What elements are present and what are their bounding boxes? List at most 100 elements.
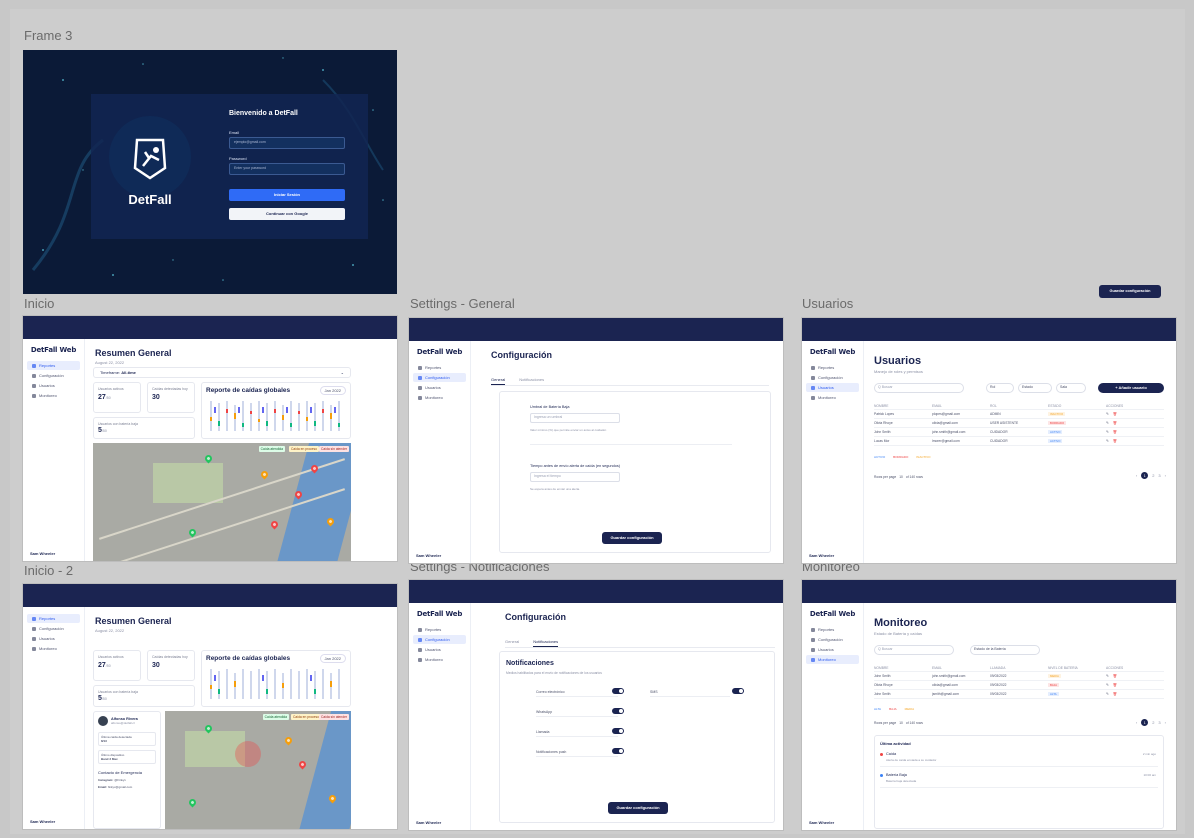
cell-email: john.smith@gmail.com [932,430,966,434]
password-field[interactable]: Enter your password [229,163,345,175]
table-row[interactable]: Olivia Rhoye olivia@gmail.com 09/03/2022 BA… [874,681,1164,690]
map-pin-unattended[interactable] [269,519,280,530]
nav-monitoreo[interactable]: Monitoreo [806,655,859,664]
nav-configuracion[interactable]: Configuración [27,624,80,633]
rows-per-page-select[interactable]: 10 [899,721,903,725]
filter-status[interactable]: Estado [1018,383,1052,393]
nav-reportes[interactable]: Reportes [413,363,466,372]
nav-usuarios[interactable]: Usuarios [27,381,80,390]
nav-reportes[interactable]: Reportes [806,625,859,634]
page-current[interactable]: 1 [1141,719,1149,726]
map-pin-attended[interactable] [203,453,214,464]
nav-reportes[interactable]: Reportes [806,363,859,372]
trash-icon[interactable]: 🗑 [1113,412,1117,416]
edit-icon[interactable]: ✎ [1106,439,1109,443]
prev-page-icon[interactable]: ‹ [1136,473,1137,478]
page-link[interactable]: 3 [1158,473,1160,478]
wait-time-input[interactable]: Ingresa el tiempo [530,472,620,482]
falls-map[interactable]: Caída atendida Caída en proceso Caída si… [93,443,351,561]
trash-icon[interactable]: 🗑 [1113,421,1117,425]
login-button[interactable]: Iniciar Sesión [229,189,345,201]
edit-icon[interactable]: ✎ [1106,683,1109,687]
device-value: Band 3 Max [101,757,118,761]
trash-icon[interactable]: 🗑 [1113,439,1117,443]
table-row[interactable]: Lucas Mor lmorer@gmail.com CUIDADOR ACTIVO ✎… [874,437,1164,446]
prev-page-icon[interactable]: ‹ [1136,720,1137,725]
nav-usuarios[interactable]: Usuarios [806,383,859,392]
battery-filter[interactable]: Estado de la Batería [970,645,1040,655]
nav-reportes[interactable]: Reportes [413,625,466,634]
next-page-icon[interactable]: › [1165,720,1166,725]
nav-configuracion[interactable]: Configuración [413,373,466,382]
add-user-button[interactable]: + Añadir usuario [1098,383,1164,393]
edit-icon[interactable]: ✎ [1106,421,1109,425]
chart-filter[interactable]: Jan 2022 [319,654,346,663]
cell-battery: ALTA [1048,692,1106,696]
falls-map[interactable]: Caída atendida Caída en proceso Caída si… [165,711,351,829]
nav-monitoreo[interactable]: Monitoreo [806,393,859,402]
toggle-whatsapp[interactable] [612,708,624,714]
nav-monitoreo[interactable]: Monitoreo [27,644,80,653]
nav-usuarios[interactable]: Usuarios [413,383,466,392]
floating-save-button[interactable]: Guardar configuración [1099,285,1161,298]
next-page-icon[interactable]: › [1165,473,1166,478]
table-row[interactable]: Patrick Lopes plopes@gmail.com ADMIN INACTI… [874,410,1164,419]
map-pin-unattended[interactable] [297,759,308,770]
table-row[interactable]: Olivia Rhoye olivia@gmail.com USER ASISTEN… [874,419,1164,428]
toggle-email[interactable] [612,688,624,694]
nav-usuarios[interactable]: Usuarios [27,634,80,643]
page-link[interactable]: 2 [1152,720,1154,725]
nav-reportes[interactable]: Reportes [27,361,80,370]
nav-reportes[interactable]: Reportes [27,614,80,623]
nav-configuracion[interactable]: Configuración [806,635,859,644]
timeframe-select[interactable]: Timeframe: All-time ⌄ [93,367,351,378]
trash-icon[interactable]: 🗑 [1113,430,1117,434]
chart-filter[interactable]: Jan 2022 [319,386,346,395]
toggle-call[interactable] [612,728,624,734]
rows-per-page-select[interactable]: 10 [899,475,903,479]
nav-configuracion[interactable]: Configuración [413,635,466,644]
toggle-sms[interactable] [732,688,744,694]
page-link[interactable]: 2 [1152,473,1154,478]
page-link[interactable]: 3 [1158,720,1160,725]
trash-icon[interactable]: 🗑 [1113,692,1117,696]
tab-notifications[interactable]: Notificaciones [533,639,559,647]
save-button[interactable]: Guardar configuración [608,802,668,814]
nav-usuarios[interactable]: Usuarios [806,645,859,654]
filter-room[interactable]: Sala [1056,383,1086,393]
google-login-button[interactable]: Continuar con Google [229,208,345,220]
nav-configuracion[interactable]: Configuración [806,373,859,382]
map-pin-in-progress[interactable] [283,735,294,746]
nav-monitoreo[interactable]: Monitoreo [413,393,466,402]
table-row[interactable]: John Smith john.smith@gmail.com 09/03/2022… [874,672,1164,681]
edit-icon[interactable]: ✎ [1106,692,1109,696]
edit-icon[interactable]: ✎ [1106,412,1109,416]
nav-usuarios[interactable]: Usuarios [413,645,466,654]
trash-icon[interactable]: 🗑 [1113,683,1117,687]
map-pin-in-progress[interactable] [259,469,270,480]
activity-item[interactable]: Caída 2 min ago Alerta de caída enviada a … [880,752,1158,767]
trash-icon[interactable]: 🗑 [1113,674,1117,678]
filter-role[interactable]: Rol [986,383,1014,393]
activity-item[interactable]: Batería Baja 10:00 am Batería baja detecta… [880,773,1158,788]
save-button[interactable]: Guardar configuración [602,532,662,544]
nav-monitoreo[interactable]: Monitoreo [413,655,466,664]
tab-notifications[interactable]: Notificaciones [519,377,544,385]
page-current[interactable]: 1 [1141,472,1149,479]
cell-name: Patrick Lopes [874,412,894,416]
nav-configuracion[interactable]: Configuración [27,371,80,380]
toggle-push[interactable] [612,748,624,754]
email-field[interactable]: ejemplo@gmail.com [229,137,345,149]
edit-icon[interactable]: ✎ [1106,674,1109,678]
tab-general[interactable]: General [491,377,506,385]
monitor-icon [418,395,422,400]
search-input[interactable]: Q Buscar [874,383,964,393]
nav-monitoreo[interactable]: Monitoreo [27,391,80,400]
map-pin-attended[interactable] [187,797,198,808]
table-row[interactable]: John Smith john.smith@gmail.com CUIDADOR AC… [874,428,1164,437]
tab-general[interactable]: General [505,639,519,647]
edit-icon[interactable]: ✎ [1106,430,1109,434]
battery-threshold-input[interactable]: Ingresa un umbral [530,413,620,423]
table-row[interactable]: John Smith jsmith@gmail.com 09/03/2022 ALTA… [874,690,1164,699]
search-input[interactable]: Q Buscar [874,645,954,655]
